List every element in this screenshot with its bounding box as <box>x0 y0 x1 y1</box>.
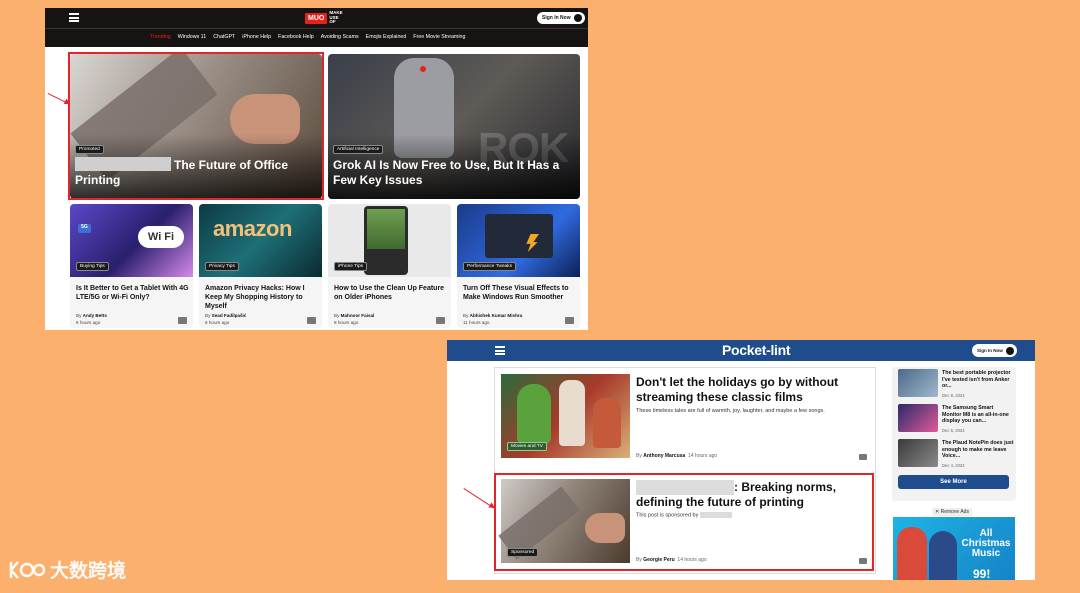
nav-trending[interactable]: Trending <box>150 34 171 40</box>
ad-person <box>897 527 927 580</box>
tag-movies-tv[interactable]: Movies and TV <box>507 442 547 451</box>
menu-icon[interactable] <box>495 346 505 355</box>
highlight-box-pocketlint <box>494 473 874 571</box>
tag-ai[interactable]: Artificial Intelligence <box>333 145 384 154</box>
sidebar-item[interactable]: The best portable projector I've tested … <box>898 369 1013 399</box>
logo-text: MAKE USE OF <box>329 10 343 25</box>
sidebar-date: Dec 4, 2024 <box>942 463 965 468</box>
sidebar-thumb <box>898 369 938 397</box>
featured-card-grok[interactable]: ROK Artificial Intelligence Grok AI Is N… <box>328 54 580 199</box>
sidebar-date: Dec 5, 2024 <box>942 428 965 433</box>
article-card[interactable]: iPhone Tips How to Use the Clean Up Feat… <box>328 204 451 328</box>
nav-link[interactable]: Facebook Help <box>278 34 314 40</box>
article-byline: By Sead Fadilpašić <box>205 313 247 318</box>
comment-icon[interactable] <box>307 317 316 324</box>
ad-number: 99! <box>973 567 991 580</box>
ad-person <box>929 531 957 580</box>
article-time: 11 hours ago <box>463 320 490 325</box>
phone-screen <box>367 209 405 249</box>
kevin-figure <box>593 398 621 448</box>
pocketlint-top-bar: Pocket-lint Sign In Now <box>447 340 1035 361</box>
article-time: 6 hours ago <box>205 320 230 325</box>
sidebar-item[interactable]: The Plaud NotePin does just enough to ma… <box>898 439 1014 469</box>
article-title[interactable]: How to Use the Clean Up Feature on Older… <box>334 284 448 302</box>
article-card[interactable]: amazon Privacy Tips Amazon Privacy Hacks… <box>199 204 322 328</box>
comment-icon[interactable] <box>178 317 187 324</box>
comment-icon[interactable] <box>565 317 574 324</box>
author[interactable]: Sead Fadilpašić <box>212 313 247 318</box>
highlight-box-muo <box>68 52 324 200</box>
user-icon <box>1005 346 1014 355</box>
sidebar-title[interactable]: The best portable projector I've tested … <box>942 370 1014 390</box>
sign-in-label: Sign In Now <box>542 15 571 21</box>
tag-privacy-tips[interactable]: Privacy Tips <box>205 262 239 271</box>
author[interactable]: Abhishek Kumar Mishra <box>470 313 523 318</box>
article-title[interactable]: Amazon Privacy Hacks: How I Keep My Shop… <box>205 284 319 311</box>
tag-iphone-tips[interactable]: iPhone Tips <box>334 262 368 271</box>
author[interactable]: Andy Betts <box>83 313 107 318</box>
watermark-logo <box>8 558 46 582</box>
trending-nav: Trending Windows 11 ChatGPT iPhone Help … <box>45 28 588 47</box>
sidebar-date: Dec 8, 2024 <box>942 393 965 398</box>
robot-eye <box>420 66 426 72</box>
grinch-figure <box>517 384 551 444</box>
article-byline: By Anthony Marcusa 14 hours ago <box>636 453 718 459</box>
watermark-text: 大数跨境 <box>50 561 127 582</box>
sidebar-item[interactable]: The Samsung Smart Monitor M8 is an all-i… <box>898 404 1013 434</box>
article-byline: By Andy Betts <box>76 313 107 318</box>
watermark: 大数跨境 <box>8 556 126 583</box>
sidebar-title[interactable]: The Samsung Smart Monitor M8 is an all-i… <box>942 405 1014 425</box>
pocketlint-logo[interactable]: Pocket-lint <box>722 342 791 358</box>
sign-in-label: Sign In Now <box>977 348 1003 353</box>
article-title[interactable]: Is It Better to Get a Tablet With 4G LTE… <box>76 284 190 302</box>
comment-icon[interactable] <box>436 317 445 324</box>
article-description: These timeless tales are full of warmth,… <box>636 408 825 414</box>
see-more-button[interactable]: See More <box>898 475 1009 489</box>
article-title[interactable]: Don't let the holidays go by without str… <box>636 375 856 405</box>
author[interactable]: Anthony Marcusa <box>643 453 685 459</box>
sidebar-thumb <box>898 439 938 467</box>
5g-badge: 5G <box>78 224 91 233</box>
article-byline: By Abhishek Kumar Mishra <box>463 313 523 318</box>
sidebar-thumb <box>898 404 938 432</box>
nav-link[interactable]: ChatGPT <box>213 34 235 40</box>
muo-top-bar: MUO MAKE USE OF Sign In Now <box>45 8 588 28</box>
nav-link[interactable]: iPhone Help <box>242 34 271 40</box>
amazon-text: amazon <box>213 216 292 241</box>
nav-link[interactable]: Free Movie Streaming <box>413 34 465 40</box>
sign-in-button[interactable]: Sign In Now <box>972 344 1017 357</box>
article-byline: By Mahnoor Faisal <box>334 313 375 318</box>
article-time: 8 hours ago <box>76 320 101 325</box>
author[interactable]: Mahnoor Faisal <box>341 313 375 318</box>
sign-in-button[interactable]: Sign In Now <box>537 12 585 24</box>
menu-icon[interactable] <box>69 13 79 22</box>
user-icon <box>573 14 582 22</box>
tag-buying-tips[interactable]: Buying Tips <box>76 262 109 271</box>
remove-ads-button[interactable]: ✕ Remove Ads <box>932 508 972 516</box>
clark-figure <box>559 380 585 446</box>
article-card[interactable]: Performance Tweaks Turn Off These Visual… <box>457 204 580 328</box>
featured-title[interactable]: Grok AI Is Now Free to Use, But It Has a… <box>333 158 573 188</box>
advertisement[interactable]: All Christmas Music 99! <box>893 517 1015 580</box>
wifi-badge: Wi Fi <box>138 226 184 248</box>
article-card[interactable]: 5G Wi Fi Buying Tips Is It Better to Get… <box>70 204 193 328</box>
logo-mark: MUO <box>305 12 328 24</box>
nav-link[interactable]: Windows 11 <box>178 34 206 40</box>
remove-ads-label: Remove Ads <box>940 509 969 515</box>
comment-icon[interactable] <box>859 454 867 460</box>
settings-window-image <box>485 214 553 258</box>
article-title[interactable]: Turn Off These Visual Effects to Make Wi… <box>463 284 577 302</box>
tag-performance[interactable]: Performance Tweaks <box>463 262 516 271</box>
ad-headline: All Christmas Music <box>961 528 1011 559</box>
article-time: 8 hours ago <box>334 320 359 325</box>
sidebar-title[interactable]: The Plaud NotePin does just enough to ma… <box>942 440 1014 460</box>
nav-link[interactable]: Avoiding Scams <box>321 34 359 40</box>
nav-link[interactable]: Emojis Explained <box>366 34 407 40</box>
muo-logo[interactable]: MUO MAKE USE OF <box>305 10 343 25</box>
article-time: 14 hours ago <box>687 453 718 459</box>
